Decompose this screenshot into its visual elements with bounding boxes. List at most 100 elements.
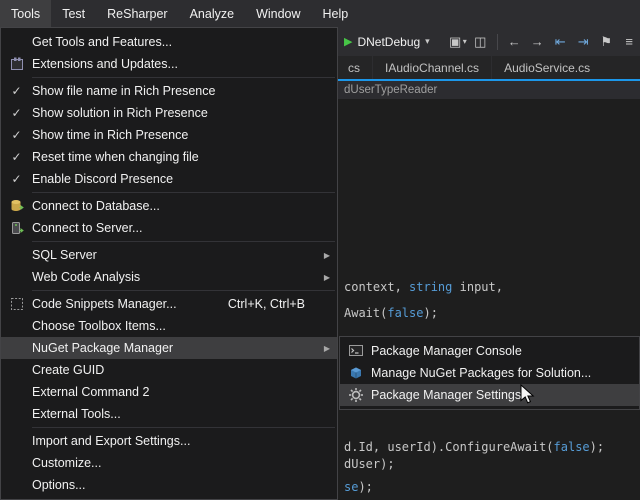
- code-line: Await(false);: [344, 306, 438, 320]
- submenu-arrow-icon: ▶: [317, 344, 337, 353]
- snippets-icon: [1, 296, 32, 312]
- menu-item-extensions-and-updates[interactable]: Extensions and Updates...: [1, 53, 337, 75]
- console-icon: [340, 343, 371, 359]
- menu-item-label: Connect to Database...: [32, 199, 317, 213]
- submenu-item-manage-nuget-packages[interactable]: Manage NuGet Packages for Solution...: [340, 362, 639, 384]
- start-debug-label: DNetDebug: [357, 35, 420, 49]
- menu-item-shortcut: Ctrl+K, Ctrl+B: [228, 297, 305, 311]
- code-line: dUser);: [344, 457, 395, 471]
- start-debug-button[interactable]: ▶ DNetDebug ▾: [344, 35, 430, 49]
- menu-item-show-solution[interactable]: ✓ Show solution in Rich Presence: [1, 102, 337, 124]
- menu-separator: [32, 427, 335, 428]
- preview-changes-icon[interactable]: ◫: [469, 31, 492, 53]
- checkmark-icon: ✓: [1, 84, 32, 98]
- menubar-item-help[interactable]: Help: [312, 0, 360, 27]
- increase-indent-icon[interactable]: ⇥: [572, 31, 595, 53]
- main-menubar: Tools Test ReSharper Analyze Window Help: [0, 0, 640, 27]
- submenu-item-label: Manage NuGet Packages for Solution...: [371, 366, 639, 380]
- checkmark-icon: ✓: [1, 106, 32, 120]
- menu-item-label: Options...: [32, 478, 317, 492]
- menu-item-nuget-package-manager[interactable]: NuGet Package Manager ▶: [1, 337, 337, 359]
- menu-item-reset-time[interactable]: ✓ Reset time when changing file: [1, 146, 337, 168]
- play-icon: ▶: [344, 35, 352, 48]
- submenu-item-package-manager-console[interactable]: Package Manager Console: [340, 340, 639, 362]
- tools-menu: Get Tools and Features... Extensions and…: [0, 27, 338, 500]
- mouse-cursor: [520, 384, 536, 411]
- database-icon: [1, 198, 32, 214]
- menu-item-label: Enable Discord Presence: [32, 172, 317, 186]
- menu-item-code-snippets-manager[interactable]: Code Snippets Manager... Ctrl+K, Ctrl+B: [1, 293, 337, 315]
- menu-item-choose-toolbox-items[interactable]: Choose Toolbox Items...: [1, 315, 337, 337]
- menubar-item-window[interactable]: Window: [245, 0, 311, 27]
- menu-item-label: Import and Export Settings...: [32, 434, 317, 448]
- toggle-bookmark-icon[interactable]: ⚑: [595, 31, 618, 53]
- navigation-bar-text: dUserTypeReader: [344, 84, 437, 96]
- menu-item-label: Choose Toolbox Items...: [32, 319, 317, 333]
- menubar-item-analyze[interactable]: Analyze: [179, 0, 245, 27]
- menu-item-label: Show file name in Rich Presence: [32, 84, 317, 98]
- menu-separator: [32, 192, 335, 193]
- menubar-item-tools[interactable]: Tools: [0, 0, 51, 27]
- code-line: context, string input,: [344, 280, 503, 294]
- menu-item-label: External Command 2: [32, 385, 317, 399]
- nuget-package-manager-submenu: Package Manager Console Manage NuGet Pac…: [339, 336, 640, 410]
- toolbar-separator: [497, 34, 498, 50]
- menu-item-customize[interactable]: Customize...: [1, 452, 337, 474]
- menu-item-external-command-2[interactable]: External Command 2: [1, 381, 337, 403]
- submenu-arrow-icon: ▶: [317, 273, 337, 282]
- solution-packages-icon: [340, 365, 371, 381]
- chevron-down-icon[interactable]: ▾: [463, 37, 467, 46]
- menu-item-enable-discord-presence[interactable]: ✓ Enable Discord Presence: [1, 168, 337, 190]
- submenu-item-label: Package Manager Console: [371, 344, 639, 358]
- menu-item-label: Show time in Rich Presence: [32, 128, 317, 142]
- code-line: d.Id, userId).ConfigureAwait(false);: [344, 440, 604, 454]
- menu-item-label: External Tools...: [32, 407, 317, 421]
- checkmark-icon: ✓: [1, 172, 32, 186]
- menu-item-external-tools[interactable]: External Tools...: [1, 403, 337, 425]
- menu-item-label: Extensions and Updates...: [32, 57, 317, 71]
- tab-audioservice[interactable]: AudioService.cs: [491, 56, 602, 79]
- menu-item-label: Create GUID: [32, 363, 317, 377]
- decrease-indent-icon[interactable]: ⇤: [549, 31, 572, 53]
- menubar-item-resharper[interactable]: ReSharper: [96, 0, 178, 27]
- navigate-backward-icon[interactable]: ←: [503, 31, 526, 53]
- menu-item-connect-to-database[interactable]: Connect to Database...: [1, 195, 337, 217]
- menu-item-show-file-name[interactable]: ✓ Show file name in Rich Presence: [1, 80, 337, 102]
- menu-item-label: Show solution in Rich Presence: [32, 106, 317, 120]
- navigate-forward-icon[interactable]: →: [526, 31, 549, 53]
- menubar-item-test[interactable]: Test: [51, 0, 96, 27]
- menu-item-label: SQL Server: [32, 248, 317, 262]
- menu-item-label: Reset time when changing file: [32, 150, 317, 164]
- tab-iaudiochannel[interactable]: IAudioChannel.cs: [372, 56, 491, 79]
- extensions-icon: [1, 56, 32, 72]
- menu-item-get-tools-and-features[interactable]: Get Tools and Features...: [1, 31, 337, 53]
- submenu-arrow-icon: ▶: [317, 251, 337, 260]
- submenu-item-label: Package Manager Settings: [371, 388, 639, 402]
- chevron-down-icon[interactable]: ▾: [425, 36, 430, 47]
- menu-item-connect-to-server[interactable]: Connect to Server...: [1, 217, 337, 239]
- toolbar-icon-group: ▣ ▾ ◫ ← → ⇤ ⇥ ⚑ ≡: [444, 31, 640, 53]
- gear-icon: [340, 387, 371, 403]
- code-line: se);: [344, 480, 373, 494]
- menu-item-options[interactable]: Options...: [1, 474, 337, 496]
- menu-item-create-guid[interactable]: Create GUID: [1, 359, 337, 381]
- submenu-item-package-manager-settings[interactable]: Package Manager Settings: [340, 384, 639, 406]
- menu-item-label: NuGet Package Manager: [32, 341, 317, 355]
- menu-item-sql-server[interactable]: SQL Server ▶: [1, 244, 337, 266]
- menu-item-label: Customize...: [32, 456, 317, 470]
- menu-item-label: Web Code Analysis: [32, 270, 317, 284]
- menu-item-import-export-settings[interactable]: Import and Export Settings...: [1, 430, 337, 452]
- checkmark-icon: ✓: [1, 128, 32, 142]
- checkmark-icon: ✓: [1, 150, 32, 164]
- menu-item-web-code-analysis[interactable]: Web Code Analysis ▶: [1, 266, 337, 288]
- menu-item-label: Code Snippets Manager...: [32, 297, 228, 311]
- server-icon: [1, 220, 32, 236]
- menu-separator: [32, 241, 335, 242]
- menu-item-label: Get Tools and Features...: [32, 35, 317, 49]
- menu-item-show-time[interactable]: ✓ Show time in Rich Presence: [1, 124, 337, 146]
- task-list-icon[interactable]: ≡: [618, 31, 640, 53]
- menu-item-label: Connect to Server...: [32, 221, 317, 235]
- menu-separator: [32, 290, 335, 291]
- tab-partial[interactable]: cs: [336, 56, 372, 79]
- menu-separator: [32, 77, 335, 78]
